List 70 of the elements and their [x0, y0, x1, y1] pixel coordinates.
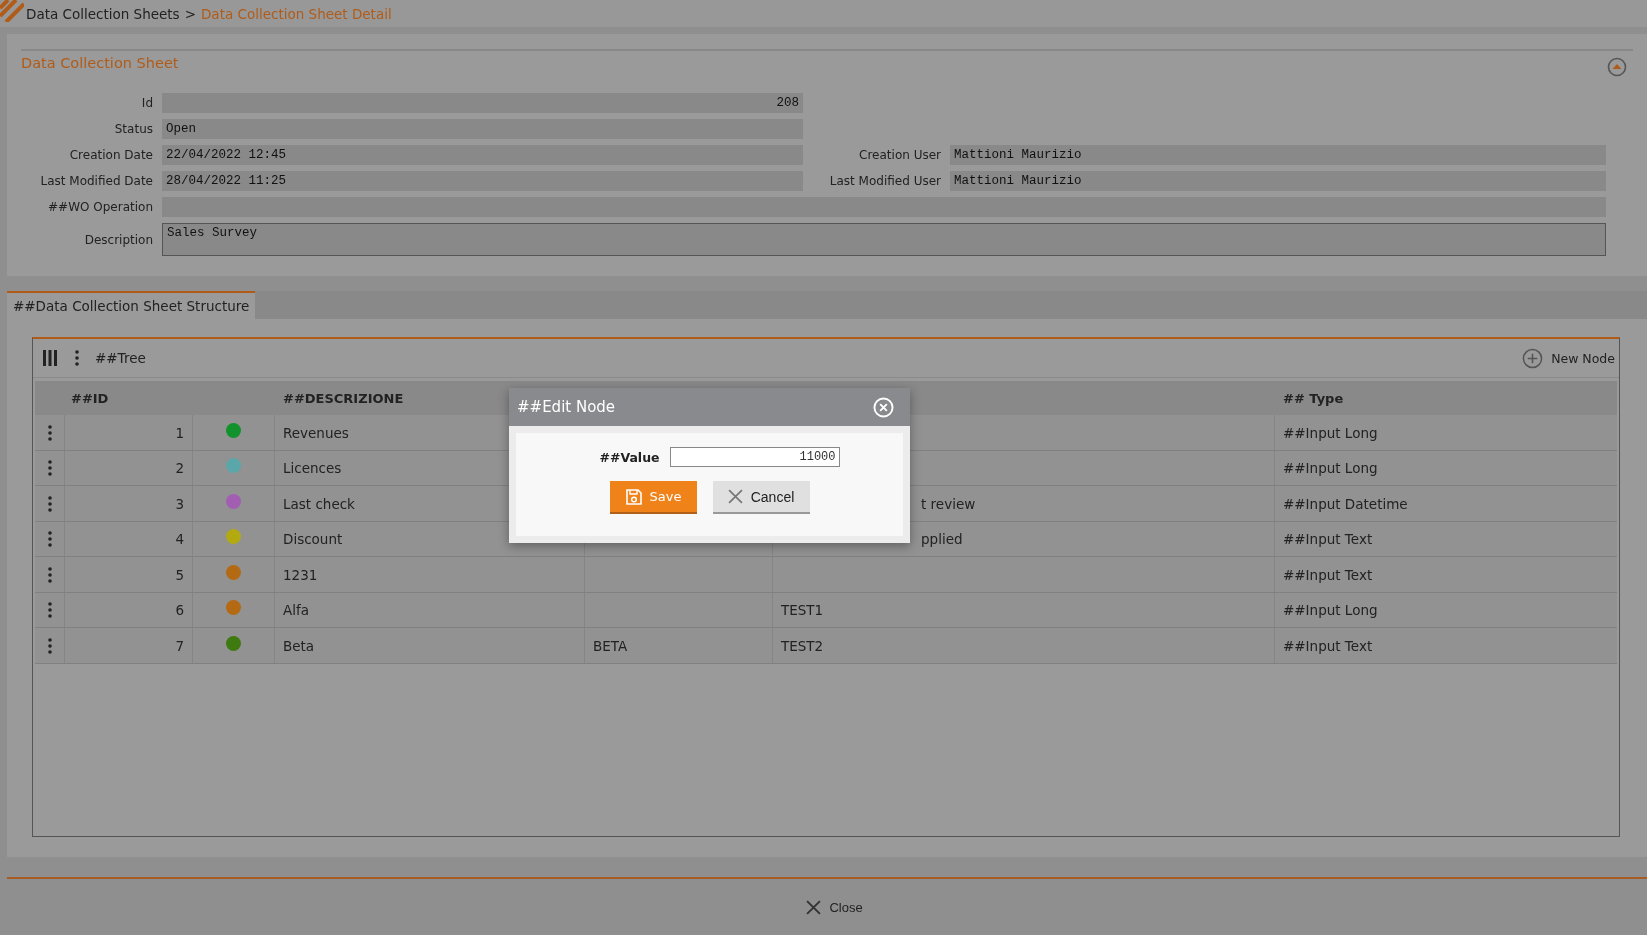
table-cell: Alfa — [283, 602, 309, 619]
table-cell: 5 — [175, 566, 184, 583]
table-cell: Revenues — [283, 424, 349, 441]
row-menu-icon[interactable] — [47, 495, 52, 512]
corner-stripes-icon — [0, 0, 24, 22]
field-label: Status — [113, 122, 153, 137]
tree-title: ##Tree — [95, 350, 146, 367]
text-field[interactable]: Open — [162, 119, 803, 140]
description-field[interactable]: Sales Survey — [162, 223, 1606, 257]
field-label: Last Modified User — [828, 174, 941, 189]
table-cell: ##Input Long — [1283, 602, 1378, 619]
table-cell: pplied — [921, 531, 963, 548]
close-icon[interactable] — [873, 396, 894, 418]
close-icon — [806, 899, 822, 915]
field-label: Id — [140, 96, 153, 111]
table-cell: Discount — [283, 531, 343, 548]
table-cell: Last check — [283, 495, 355, 512]
text-field[interactable]: 22/04/2022 12:45 — [162, 145, 803, 166]
table-cell: Licences — [283, 460, 342, 477]
dialog-title: ##Edit Node — [517, 398, 616, 416]
table-cell: 4 — [175, 531, 184, 548]
id-field[interactable]: 208 — [162, 93, 803, 114]
field-label: ##WO Operation — [47, 200, 153, 215]
table-cell: 2 — [175, 460, 184, 477]
field-label: Creation User — [858, 148, 941, 163]
breadcrumb-separator: > — [184, 5, 196, 22]
row-menu-icon[interactable] — [47, 637, 52, 654]
tab[interactable]: ##Data Collection Sheet Structure — [7, 291, 256, 320]
table-cell: ##Input Long — [1283, 424, 1378, 441]
table-cell: 1231 — [283, 566, 318, 583]
row-menu-icon[interactable] — [47, 531, 52, 548]
row-menu-icon[interactable] — [47, 424, 52, 441]
text-field[interactable]: Mattioni Maurizio — [950, 145, 1606, 166]
table-cell: t review — [921, 495, 976, 512]
table-cell: 6 — [175, 602, 184, 619]
table-cell: ##Input Long — [1283, 460, 1378, 477]
table-cell: ##Input Datetime — [1283, 495, 1408, 512]
new-node-button[interactable]: New Node — [1522, 347, 1615, 369]
close-button[interactable]: Close — [806, 899, 863, 915]
breadcrumb-link[interactable]: Data Collection Sheets — [26, 5, 180, 22]
value-field[interactable]: 11000 — [669, 447, 840, 467]
cancel-icon — [727, 489, 743, 504]
collapse-button[interactable] — [1607, 57, 1627, 78]
columns-icon[interactable] — [43, 350, 57, 367]
save-icon — [624, 487, 643, 506]
field-label: Last Modified Date — [39, 174, 153, 189]
field-label: Creation Date — [68, 148, 153, 163]
field-label: Description — [83, 232, 153, 247]
table-cell: ##Input Text — [1283, 531, 1373, 548]
more-icon[interactable] — [75, 350, 79, 367]
table-cell: TEST2 — [781, 637, 824, 654]
table-cell: 1 — [175, 424, 184, 441]
column-header[interactable]: ##ID — [65, 390, 193, 406]
table-cell: ##Input Text — [1283, 637, 1373, 654]
table-cell: Beta — [283, 637, 315, 654]
cancel-button[interactable]: Cancel — [712, 481, 810, 514]
table-cell: 3 — [175, 495, 184, 512]
column-header[interactable]: ## Type — [1275, 390, 1617, 406]
table-cell: BETA — [593, 637, 628, 654]
text-field[interactable]: Mattioni Maurizio — [950, 171, 1606, 192]
text-field[interactable]: 28/04/2022 11:25 — [162, 171, 803, 192]
section-title: Data Collection Sheet — [21, 55, 179, 72]
table-cell: TEST1 — [781, 602, 824, 619]
table-cell: ##Input Text — [1283, 566, 1373, 583]
add-icon — [1522, 347, 1544, 369]
row-menu-icon[interactable] — [47, 602, 52, 619]
field-label: ##Value — [599, 449, 660, 465]
table-cell: 7 — [175, 637, 184, 654]
row-menu-icon[interactable] — [47, 460, 52, 477]
row-menu-icon[interactable] — [47, 566, 52, 583]
